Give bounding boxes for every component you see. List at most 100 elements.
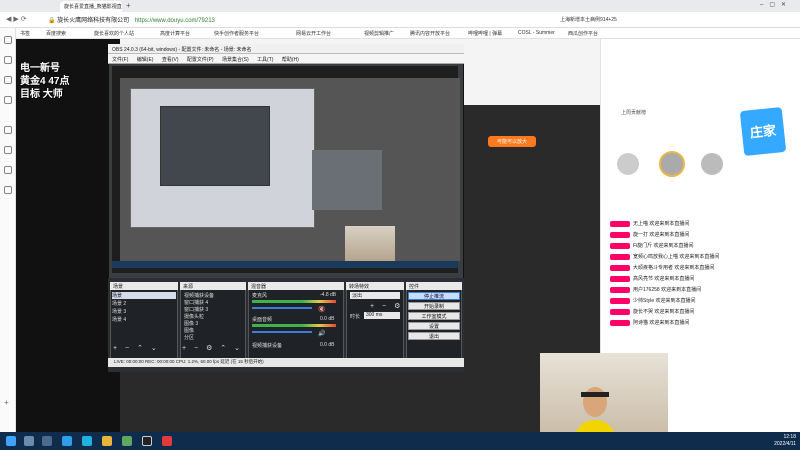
source-item[interactable]: 分区 <box>184 334 194 341</box>
bookmark-item[interactable]: 腾讯内容开放平台 <box>410 30 450 37</box>
mixer-dock-title: 混音器 <box>248 282 344 290</box>
bookmark-item[interactable]: 哔哩哔哩 | 弹幕 <box>468 30 502 37</box>
menu-view[interactable]: 查看(V) <box>162 57 179 63</box>
rank-row[interactable]: 用户176258 欢迎来到本直播间 <box>610 286 701 296</box>
avatar[interactable] <box>701 153 723 175</box>
rank-row[interactable]: 少帅Style 欢迎来到本直播间 <box>610 297 696 307</box>
window-controls[interactable]: –▢✕ <box>760 1 792 8</box>
mixer-track-db: -4.8 dB <box>320 292 337 298</box>
new-tab-icon[interactable]: + <box>126 1 131 10</box>
stop-streaming-button[interactable]: 停止推流 <box>408 292 460 300</box>
bookmark-item[interactable]: 视频剪辑推广 <box>364 30 394 37</box>
bookmark-item[interactable]: 书签 <box>20 30 30 37</box>
history-icon[interactable] <box>4 56 12 64</box>
rank-row[interactable]: Fi旋门斤 欢迎来到本直播间 <box>610 242 694 252</box>
source-item[interactable]: 图像 3 <box>184 320 198 327</box>
preview-webcam <box>345 226 395 266</box>
exit-button[interactable]: 退出 <box>408 332 460 340</box>
nested-obs <box>160 106 270 186</box>
ad-banner[interactable]: 庄家 <box>739 106 787 157</box>
back-forward-icons[interactable]: ◀ ▶ ⟳ <box>6 15 27 23</box>
bookmark-item[interactable]: 百度搜索 <box>46 30 66 37</box>
scene-item[interactable]: 场景 2 <box>112 300 126 307</box>
rank-row[interactable]: 大顽疾格斗专用者 欢迎来到本直播间 <box>610 264 714 274</box>
obs-icon[interactable] <box>142 436 152 446</box>
obs-menubar: 文件(F) 编辑(E) 查看(V) 配置文件(P) 场景集合(S) 工具(T) … <box>108 54 464 64</box>
chat-icon[interactable] <box>4 166 12 174</box>
game-icon[interactable] <box>4 146 12 154</box>
note-icon[interactable] <box>4 126 12 134</box>
add-icon[interactable]: + <box>4 398 9 407</box>
bookmark-item[interactable]: 旋长喜欢的个人站 <box>94 30 134 37</box>
bookmark-item[interactable]: 西瓜创作平台 <box>568 30 598 37</box>
star-icon[interactable] <box>4 36 12 44</box>
duration-field[interactable]: 300 ms <box>364 312 400 319</box>
studio-mode-button[interactable]: 工作室模式 <box>408 312 460 320</box>
speaker-icon[interactable]: 🔊 <box>318 330 325 337</box>
menu-tools[interactable]: 工具(T) <box>257 57 273 63</box>
rank-row[interactable]: 宽频心鸣放我心上喵 欢迎来到本直播间 <box>610 253 719 263</box>
menu-help[interactable]: 帮助(H) <box>282 57 299 63</box>
browser-tab[interactable]: 旋长喜爱直播_熊猫影视直播_斗鱼直播 <box>60 1 122 12</box>
clock[interactable]: 12:18 2022/4/11 <box>752 434 796 448</box>
source-item[interactable]: 视频捕获设备 <box>184 292 214 299</box>
shop-icon[interactable] <box>4 96 12 104</box>
browser-icon[interactable] <box>82 436 92 446</box>
transition-select[interactable]: 淡出 <box>350 292 400 299</box>
folder-icon[interactable] <box>102 436 112 446</box>
transition-controls[interactable]: + − ⚙ <box>370 302 403 310</box>
edge-icon[interactable] <box>62 436 72 446</box>
scene-item[interactable]: 场景 <box>112 292 176 299</box>
source-item[interactable]: 摄像头粒 <box>184 313 204 320</box>
download-icon[interactable] <box>4 76 12 84</box>
rank-row-text: 宽频心鸣放我心上喵 欢迎来到本直播间 <box>633 254 720 260</box>
bookmark-item[interactable]: 网易云开工作台 <box>296 30 331 37</box>
level-badge <box>610 286 630 293</box>
volume-slider[interactable] <box>252 331 312 333</box>
menu-profile[interactable]: 配置文件(P) <box>187 57 214 63</box>
site-identity: 旋长火鹰网络科技有限公司 <box>57 18 130 24</box>
scene-controls[interactable]: + − ⌃ ⌄ <box>113 344 160 352</box>
source-controls[interactable]: + − ⚙ ⌃ ⌄ <box>182 344 243 352</box>
source-item[interactable]: 窗口捕获 3 <box>184 306 208 313</box>
menu-edit[interactable]: 编辑(E) <box>137 57 154 63</box>
rank-row-text: 用户176258 欢迎来到本直播间 <box>633 287 702 293</box>
mute-icon[interactable]: 🔇 <box>318 306 325 313</box>
volume-slider[interactable] <box>252 307 312 309</box>
scene-item[interactable]: 场景 3 <box>112 308 126 315</box>
level-badge <box>610 275 630 282</box>
rank-row[interactable]: 高风亮节 欢迎来到本直播间 <box>610 275 694 285</box>
app-icon[interactable] <box>122 436 132 446</box>
settings-button[interactable]: 设置 <box>408 322 460 330</box>
source-item[interactable]: 图像 <box>184 327 194 334</box>
settings-icon[interactable] <box>4 186 12 194</box>
bookmark-item[interactable]: COSL - Summer <box>518 30 555 36</box>
rank-row-text: 无上喵 欢迎来到本直播间 <box>633 221 690 227</box>
menu-file[interactable]: 文件(F) <box>112 57 128 63</box>
duration-label: 时长 <box>350 314 361 320</box>
scene-item[interactable]: 场景 4 <box>112 316 126 323</box>
start-recording-button[interactable]: 开始录制 <box>408 302 460 310</box>
search-icon[interactable] <box>24 436 34 446</box>
avatar[interactable] <box>659 151 685 177</box>
news-ticker[interactable]: 上海新增本土病例914+25 <box>560 16 617 23</box>
rank-row-text: 大顽疾格斗专用者 欢迎来到本直播间 <box>633 265 715 271</box>
nested-panel <box>312 150 382 210</box>
app-icon[interactable] <box>162 436 172 446</box>
stream-overlay-text: 电一新号 黄金4 47点 目标 大师 <box>20 62 69 101</box>
rank-row[interactable]: 无上喵 欢迎来到本直播间 <box>610 220 689 230</box>
rank-row[interactable]: 阿诗猫 欢迎来到本直播间 <box>610 319 689 329</box>
avatar[interactable] <box>617 153 639 175</box>
mixer-track-name: 视频捕获设备 <box>252 343 283 349</box>
menu-scene-collection[interactable]: 场景集合(S) <box>222 57 249 63</box>
address-field[interactable]: 🔒 旋长火鹰网络科技有限公司 https://www.douyu.com/792… <box>48 15 215 24</box>
bookmark-item[interactable]: 快手创作者服务平台 <box>214 30 259 37</box>
rank-row[interactable]: 旋长不哭 欢迎来到本直播间 <box>610 308 694 318</box>
rank-row[interactable]: 旋一打 欢迎来到本直播间 <box>610 231 689 241</box>
orange-action-button[interactable]: 可能可以放大 <box>488 136 536 147</box>
start-icon[interactable] <box>6 436 16 446</box>
bookmark-item[interactable]: 高度计算平台 <box>160 30 190 37</box>
source-item[interactable]: 窗口捕获 4 <box>184 299 208 306</box>
level-badge <box>610 242 630 249</box>
taskview-icon[interactable] <box>42 436 52 446</box>
